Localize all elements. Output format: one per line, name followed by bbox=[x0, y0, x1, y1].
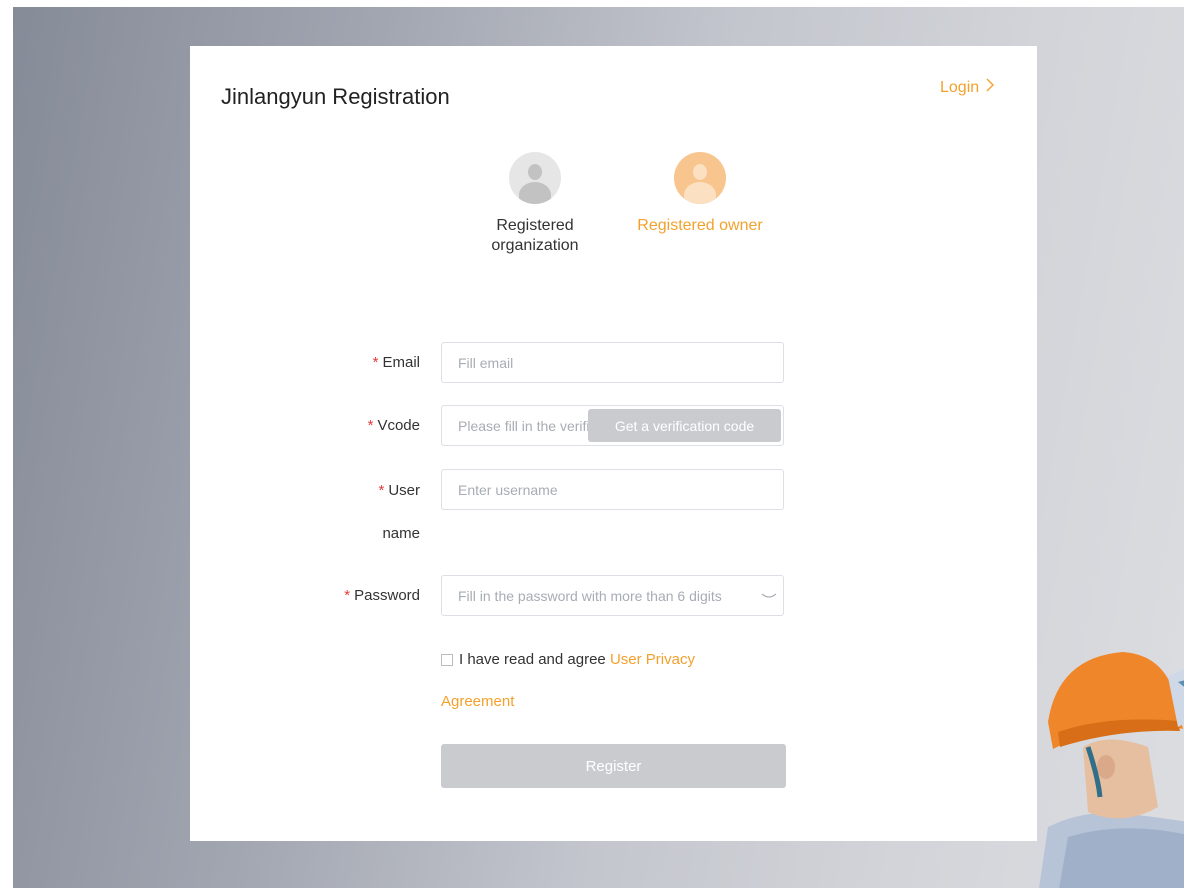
vcode-label: * Vcode bbox=[367, 417, 420, 434]
role-registered-organization[interactable]: Registered organization bbox=[465, 152, 605, 256]
privacy-agreement-link-continued[interactable]: Agreement bbox=[441, 693, 514, 710]
privacy-agreement-link-line2[interactable]: Agreement bbox=[441, 693, 514, 710]
password-field[interactable] bbox=[458, 587, 758, 604]
registration-card: Jinlangyun Registration Login Registered… bbox=[190, 46, 1037, 841]
required-marker: * bbox=[367, 417, 374, 434]
user-avatar-icon bbox=[509, 152, 561, 204]
required-marker: * bbox=[372, 354, 379, 371]
chevron-right-icon bbox=[985, 78, 995, 97]
worker-illustration bbox=[1028, 637, 1184, 888]
username-field-wrapper bbox=[441, 469, 784, 510]
login-link-label: Login bbox=[940, 78, 980, 96]
role-label-line2: organization bbox=[491, 237, 579, 254]
user-avatar-icon bbox=[674, 152, 726, 204]
email-field-wrapper bbox=[441, 342, 784, 383]
vcode-field-wrapper: Get a verification code bbox=[441, 405, 784, 446]
page-title: Jinlangyun Registration bbox=[221, 84, 450, 109]
role-label-line1: Registered bbox=[496, 217, 574, 234]
agreement-row: I have read and agree User Privacy bbox=[441, 651, 695, 668]
privacy-agreement-link[interactable]: User Privacy bbox=[610, 651, 695, 668]
required-marker: * bbox=[344, 587, 351, 604]
vcode-field[interactable] bbox=[458, 417, 590, 434]
agreement-checkbox[interactable] bbox=[441, 653, 453, 666]
required-marker: * bbox=[378, 482, 385, 499]
email-field[interactable] bbox=[458, 354, 783, 371]
get-verification-code-button[interactable]: Get a verification code bbox=[588, 409, 781, 442]
username-label: * User name bbox=[378, 482, 420, 542]
role-label: Registered owner bbox=[637, 217, 763, 234]
role-registered-owner[interactable]: Registered owner bbox=[630, 152, 770, 236]
password-field-wrapper bbox=[441, 575, 784, 616]
password-label: * Password bbox=[344, 587, 420, 604]
email-label: * Email bbox=[372, 354, 420, 371]
login-link[interactable]: Login bbox=[940, 78, 995, 97]
username-field[interactable] bbox=[458, 481, 783, 498]
agreement-text: I have read and agree bbox=[459, 651, 606, 668]
register-button[interactable]: Register bbox=[441, 744, 786, 788]
eye-closed-icon[interactable] bbox=[761, 588, 777, 598]
